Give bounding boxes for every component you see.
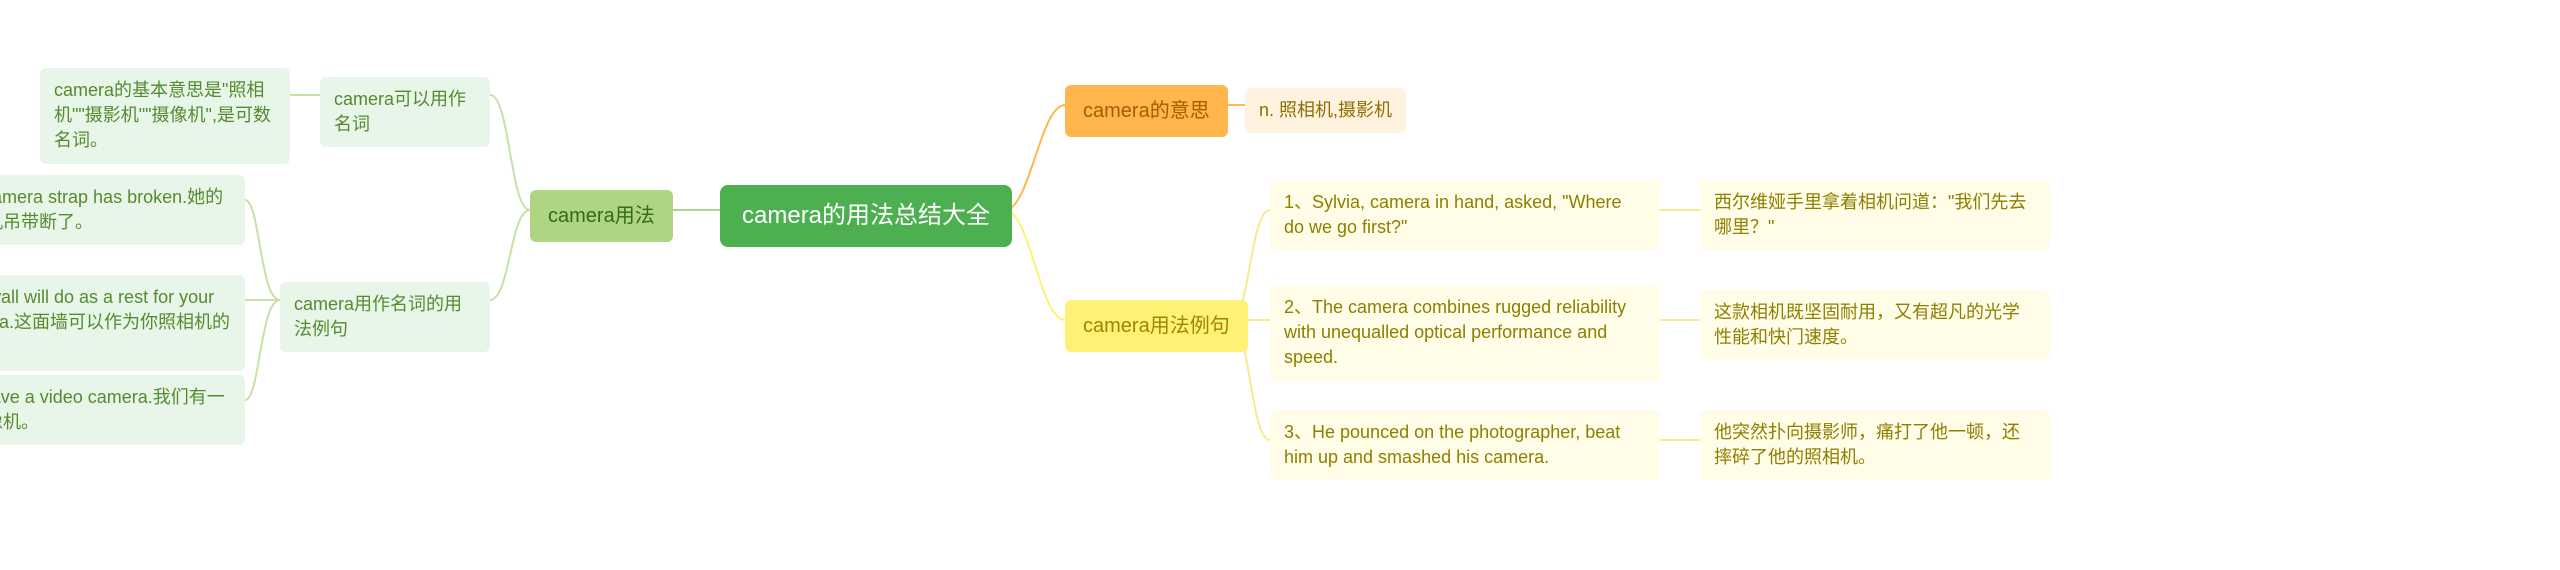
node-ex2-zh[interactable]: 这款相机既坚固耐用，又有超凡的光学性能和快门速度。 [1700,290,2050,360]
node-example-3-text: We have a video camera.我们有一架摄像机。 [0,385,231,435]
node-noun-desc-text: camera的基本意思是"照相机""摄影机""摄像机",是可数名词。 [54,78,276,154]
node-example-2-text: This wall will do as a rest for your cam… [0,285,231,361]
mindmap-canvas: camera的用法总结大全 camera用法 camera可以用作名词 came… [0,0,2560,570]
node-ex3-zh[interactable]: 他突然扑向摄影师，痛打了他一顿，还摔碎了他的照相机。 [1700,410,2050,480]
node-noun-desc[interactable]: camera的基本意思是"照相机""摄影机""摄像机",是可数名词。 [40,68,290,164]
node-ex3-zh-text: 他突然扑向摄影师，痛打了他一顿，还摔碎了他的照相机。 [1714,420,2036,470]
node-ex1-zh-text: 西尔维娅手里拿着相机问道："我们先去哪里？" [1714,190,2036,240]
branch-usage[interactable]: camera用法 [530,190,673,242]
node-example-branch-label: camera用作名词的用法例句 [294,292,476,342]
branch-meaning[interactable]: camera的意思 [1065,85,1228,137]
branch-usage-label: camera用法 [548,202,655,230]
node-example-1[interactable]: Her camera strap has broken.她的照相机吊带断了。 [0,175,245,245]
root-node[interactable]: camera的用法总结大全 [720,185,1012,247]
branch-meaning-label: camera的意思 [1083,97,1210,125]
node-ex1-en-text: 1、Sylvia, camera in hand, asked, "Where … [1284,190,1646,240]
node-ex1-zh[interactable]: 西尔维娅手里拿着相机问道："我们先去哪里？" [1700,180,2050,250]
node-ex3-en-text: 3、He pounced on the photographer, beat h… [1284,420,1646,470]
node-meaning-desc-text: n. 照相机,摄影机 [1259,98,1392,123]
node-example-3[interactable]: We have a video camera.我们有一架摄像机。 [0,375,245,445]
root-title: camera的用法总结大全 [742,199,990,233]
node-noun[interactable]: camera可以用作名词 [320,77,490,147]
node-ex2-en-text: 2、The camera combines rugged reliability… [1284,295,1646,371]
branch-examples-label: camera用法例句 [1083,312,1230,340]
node-noun-label: camera可以用作名词 [334,87,476,137]
node-meaning-desc[interactable]: n. 照相机,摄影机 [1245,88,1406,133]
node-example-branch[interactable]: camera用作名词的用法例句 [280,282,490,352]
node-ex2-zh-text: 这款相机既坚固耐用，又有超凡的光学性能和快门速度。 [1714,300,2036,350]
node-example-2[interactable]: This wall will do as a rest for your cam… [0,275,245,371]
branch-examples[interactable]: camera用法例句 [1065,300,1248,352]
node-example-1-text: Her camera strap has broken.她的照相机吊带断了。 [0,185,231,235]
node-ex2-en[interactable]: 2、The camera combines rugged reliability… [1270,285,1660,381]
node-ex1-en[interactable]: 1、Sylvia, camera in hand, asked, "Where … [1270,180,1660,250]
node-ex3-en[interactable]: 3、He pounced on the photographer, beat h… [1270,410,1660,480]
